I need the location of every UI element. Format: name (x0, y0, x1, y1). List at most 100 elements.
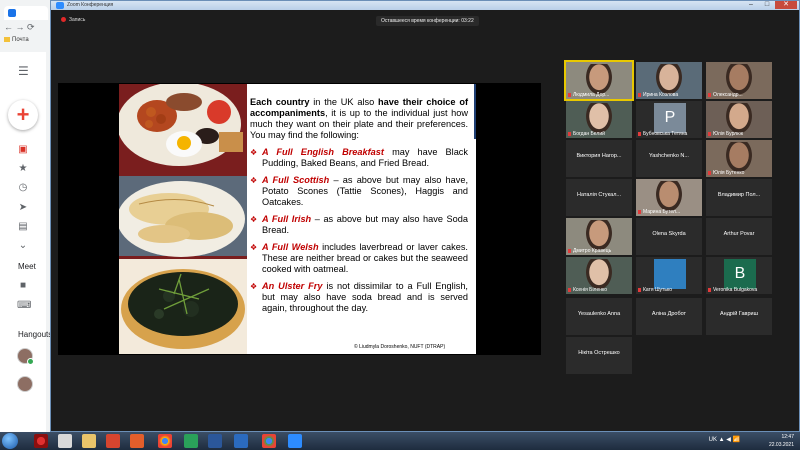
participant-tile[interactable]: Olena Skyrda (636, 218, 702, 255)
participant-tile[interactable]: Виктория Нагор... (566, 140, 632, 177)
participant-name: Виктория Нагор... (576, 153, 622, 159)
participant-name: Yashchenko N... (649, 153, 689, 159)
browser-tab[interactable] (4, 6, 48, 20)
slide-copyright: © Liudmyla Doroshenko, NUFT (DTRAP) (354, 344, 446, 350)
opera-icon[interactable] (34, 434, 48, 448)
video-camera-icon[interactable]: ■ (17, 280, 29, 291)
participant-tile[interactable]: Людмила Дор... (564, 60, 634, 101)
participant-name: Ксенія Біленко (568, 287, 607, 293)
participant-tile[interactable]: Нікіта Острешко (566, 337, 632, 374)
powerpoint-icon[interactable] (106, 434, 120, 448)
recording-indicator[interactable]: Запись (61, 17, 85, 23)
system-tray[interactable]: UK ▲ ◀ 📶 (709, 436, 740, 443)
bookmark-mail[interactable]: Почта (4, 37, 29, 43)
window-title: Zoom Конференция (67, 2, 114, 8)
participant-tile[interactable]: Владимир Пол... (706, 179, 772, 216)
participant-tile[interactable]: Arthur Povar (706, 218, 772, 255)
participant-name: Дмитро Кравець (568, 248, 611, 254)
item-keyword: An Ulster Fry (262, 281, 323, 291)
start-button[interactable] (2, 433, 18, 449)
compose-button[interactable]: + (8, 100, 38, 130)
minimize-button[interactable]: – (743, 1, 759, 9)
participant-tile[interactable]: Дмитро Кравець (566, 218, 632, 255)
keyboard-icon[interactable]: ⌨ (17, 300, 31, 311)
participant-tile[interactable]: Юлія Бутенко (706, 140, 772, 177)
participant-avatar (654, 259, 686, 289)
participant-name: Наталія Стукал... (576, 192, 622, 198)
participant-name: Юлія Бурлюк (708, 131, 743, 137)
participant-tile[interactable]: Юлія Бурлюк (706, 101, 772, 138)
participant-name: Yesaulenko Anna (577, 311, 621, 317)
chrome-icon[interactable] (262, 434, 276, 448)
screen: ← → ⟳ Почта ☰ + ▣ ★ ◷ ➤ ▤ ⌄ Meet ■ ⌨ Han… (0, 0, 800, 450)
participant-tile[interactable]: Ксенія Біленко (566, 257, 632, 294)
participant-name: Богдан Белий (568, 131, 605, 137)
sent-icon[interactable]: ➤ (17, 202, 29, 213)
participant-name: Катя Шутько (638, 287, 672, 293)
hangouts-avatar[interactable] (17, 348, 34, 365)
diamond-bullet-icon: ❖ (250, 176, 258, 185)
intro-lead: Each country (250, 97, 310, 107)
folder-icon[interactable] (82, 434, 96, 448)
clock-date: 22.03.2021 (768, 442, 794, 448)
chrome-icon[interactable] (158, 434, 172, 448)
intro-mid: in the UK also (309, 97, 378, 107)
participant-tile[interactable]: Катя Шутько (636, 257, 702, 294)
participant-tile[interactable]: Наталія Стукал... (566, 179, 632, 216)
participant-tile[interactable]: B Veronika Bulgakova (706, 257, 772, 294)
maximize-button[interactable]: □ (759, 1, 775, 9)
participant-name: Arthur Povar (723, 231, 755, 237)
list-item: ❖ A Full Scottish – as above but may also… (250, 175, 468, 208)
participant-name: Людмила Дор... (568, 92, 609, 98)
participant-name: Юлія Бутенко (708, 170, 744, 176)
browser-nav-buttons[interactable]: ← → ⟳ (4, 22, 35, 33)
diamond-bullet-icon: ❖ (250, 215, 258, 224)
presentation-icon[interactable] (130, 434, 144, 448)
meet-heading: Meet (18, 262, 36, 271)
participant-name: Veronika Bulgakova (708, 287, 757, 293)
participant-tile[interactable]: Yashchenko N... (636, 140, 702, 177)
snoozed-icon[interactable]: ◷ (17, 182, 29, 193)
participant-name: Андрій Гавриш (720, 311, 758, 317)
window-titlebar[interactable]: Zoom Конференция – □ ✕ (51, 1, 799, 10)
hangouts-avatar[interactable] (17, 376, 33, 392)
clock[interactable]: 12:47 22.03.2021 (769, 433, 794, 449)
participant-name: Марина Бутел... (638, 209, 680, 215)
diamond-bullet-icon: ❖ (250, 148, 258, 157)
zoom-taskbar-icon[interactable] (288, 434, 302, 448)
participant-name: Olena Skyrda (652, 231, 686, 237)
participant-tile[interactable]: Yesaulenko Anna (566, 298, 632, 335)
participant-tile[interactable]: Олександр... (706, 62, 772, 99)
windows-taskbar: UK ▲ ◀ 📶 12:47 22.03.2021 (0, 432, 800, 450)
presentation-slide: Each country in the UK also have their c… (119, 84, 476, 354)
list-item: ❖ A Full English Breakfast may have Black… (250, 147, 468, 169)
participant-name: Владимир Пол... (717, 192, 761, 198)
list-item: ❖ A Full Welsh includes laverbread or lav… (250, 242, 468, 275)
drafts-icon[interactable]: ▤ (17, 221, 29, 232)
expand-more-icon[interactable]: ⌄ (17, 240, 29, 251)
participant-name: Олександр... (708, 92, 743, 98)
explorer-icon[interactable] (58, 434, 72, 448)
participant-tile[interactable]: Андрій Гавриш (706, 298, 772, 335)
participant-tile[interactable]: Аліна Дробот (636, 298, 702, 335)
word-icon[interactable] (208, 434, 222, 448)
onedrive-icon[interactable] (234, 434, 248, 448)
participant-tile[interactable]: Марина Бутел... (636, 179, 702, 216)
participant-name: Ирина Козлова (638, 92, 678, 98)
list-item: ❖ An Ulster Fry is not dissimilar to a Fu… (250, 281, 468, 314)
media-icon[interactable] (184, 434, 198, 448)
hamburger-menu-icon[interactable]: ☰ (18, 64, 29, 78)
participant-tile[interactable]: Богдан Белий (566, 101, 632, 138)
participant-avatar: B (724, 259, 756, 289)
close-button[interactable]: ✕ (775, 1, 797, 9)
starred-icon[interactable]: ★ (17, 163, 29, 174)
participant-tile[interactable]: Ирина Козлова (636, 62, 702, 99)
item-keyword: A Full Irish (262, 214, 312, 224)
participant-name: Аліна Дробот (651, 311, 687, 317)
slide-intro: Each country in the UK also have their c… (250, 97, 468, 141)
inbox-icon[interactable]: ▣ (17, 144, 29, 155)
participant-tile[interactable]: P Бубновська Тетяна (636, 101, 702, 138)
meeting-timer: Оставшееся время конференции: 03:22 (376, 16, 479, 26)
background-browser-window: ← → ⟳ Почта ☰ + ▣ ★ ◷ ➤ ▤ ⌄ Meet ■ ⌨ Han… (0, 0, 52, 432)
participant-name: Нікіта Острешко (578, 350, 620, 356)
